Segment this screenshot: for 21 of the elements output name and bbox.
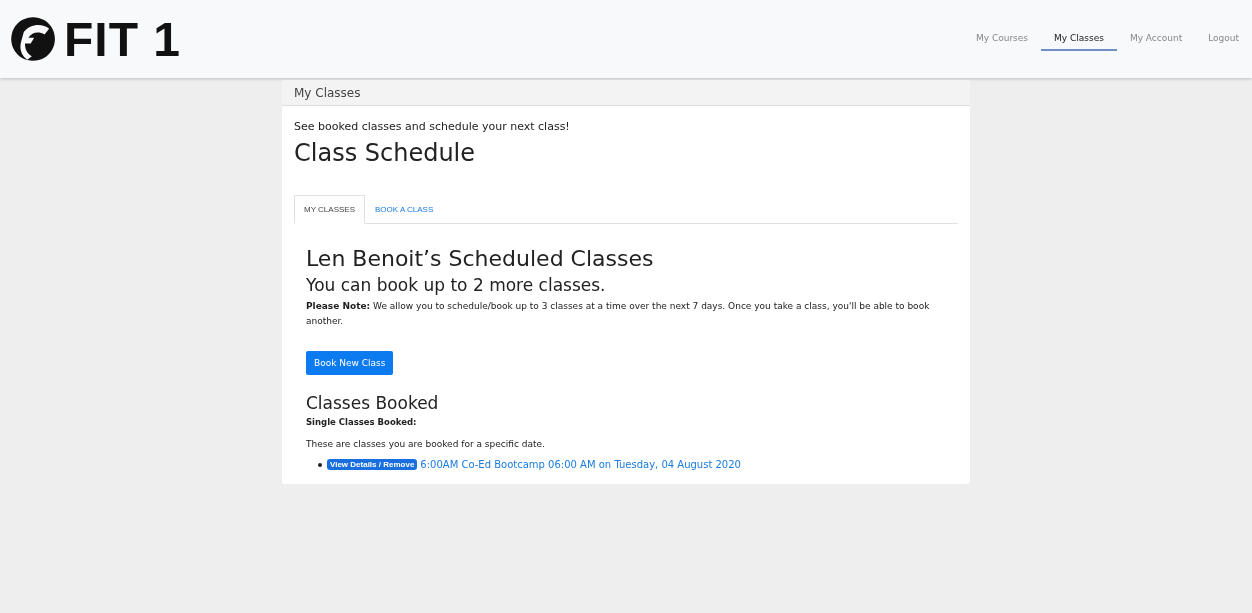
card-title: My Classes — [294, 85, 361, 100]
note-text: Please Note: We allow you to schedule/book up to 3 classes at a time over the next 7 days. Once you take a class, you'll be able to book another. — [306, 300, 931, 328]
bullet-icon — [318, 462, 322, 467]
tab[interactable]: BOOK A CLASS — [365, 195, 444, 224]
page-title: Class Schedule — [294, 139, 477, 167]
section-heading: Len Benoit’s Scheduled Classes — [306, 246, 655, 271]
book-new-class-button[interactable]: Book New Class — [306, 351, 394, 375]
nav-link[interactable]: Logout — [1195, 27, 1252, 51]
description-text: These are classes you are booked for a specific date. — [306, 439, 546, 449]
view-details-button[interactable]: View Details / Remove — [327, 459, 418, 470]
classes-booked-heading: Classes Booked — [306, 393, 440, 413]
intro-text: See booked classes and schedule your next class! — [294, 120, 571, 133]
single-classes-label: Single Classes Booked: — [306, 417, 418, 427]
nav-link[interactable]: My Courses — [962, 27, 1041, 51]
logo-text: FIT 1 — [64, 11, 181, 67]
nav-link[interactable]: My Account — [1116, 27, 1196, 51]
booking-limit-text: You can book up to 2 more classes. — [306, 275, 607, 295]
logo-icon — [10, 16, 56, 62]
booking-link[interactable]: 6:00AM Co-Ed Bootcamp 06:00 AM on Tuesday, 04 August 2020 — [420, 459, 741, 470]
nav-link[interactable]: My Classes — [1041, 27, 1117, 51]
tab[interactable]: MY CLASSES — [294, 195, 365, 224]
